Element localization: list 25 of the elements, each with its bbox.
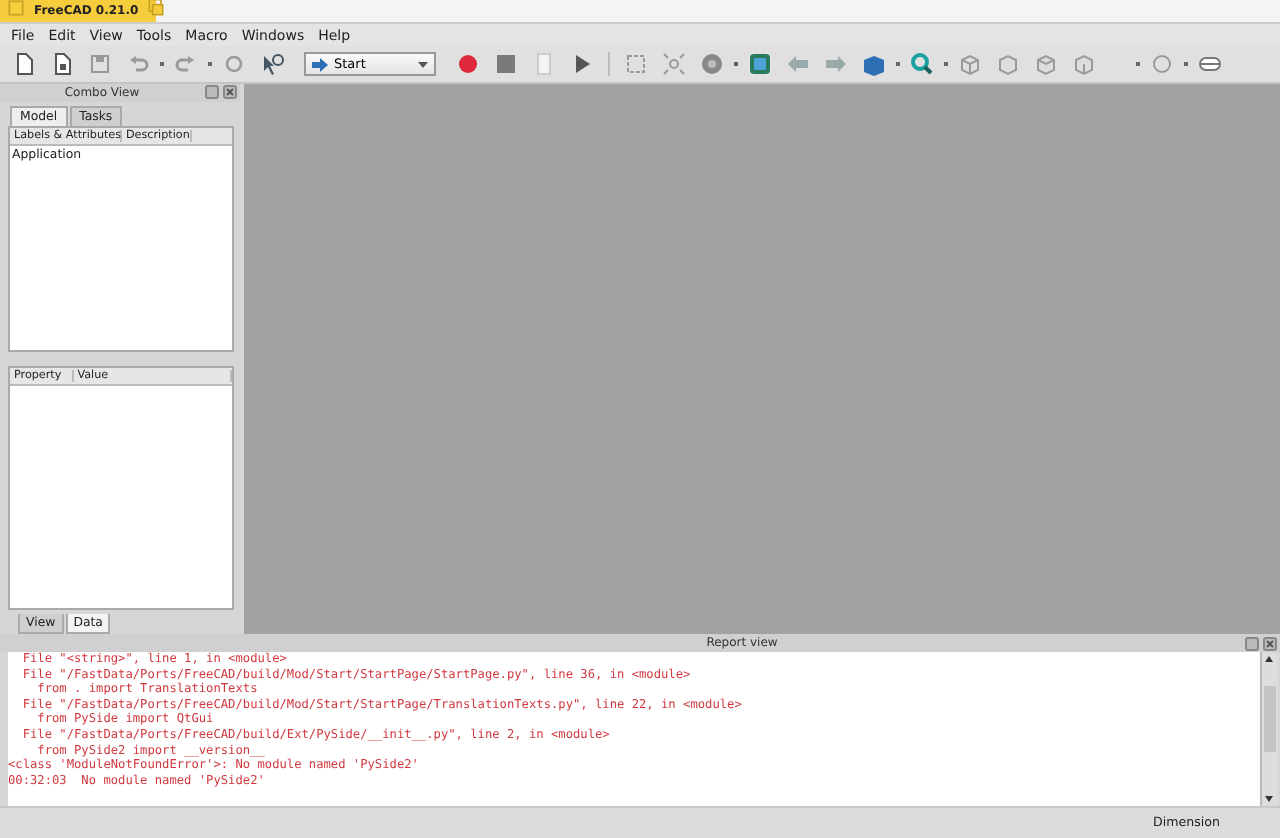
stop-icon[interactable] [494, 52, 518, 76]
caret-icon [418, 59, 428, 69]
arrow-icon [312, 57, 328, 71]
fit-all-icon[interactable] [624, 52, 648, 76]
forward-arrow-icon[interactable] [824, 52, 848, 76]
close-icon[interactable] [1262, 635, 1278, 651]
blank-page-icon[interactable] [532, 52, 556, 76]
scrollbar[interactable] [1260, 652, 1278, 806]
undo-icon[interactable] [126, 52, 150, 76]
save-icon[interactable] [88, 52, 112, 76]
zoom-icon[interactable] [910, 52, 934, 76]
float-icon[interactable] [204, 84, 220, 101]
fit-selection-icon[interactable] [662, 52, 686, 76]
back-arrow-icon[interactable] [786, 52, 810, 76]
isometric-view-icon[interactable] [958, 52, 982, 76]
right-view-icon[interactable] [1072, 52, 1096, 76]
open-document-icon[interactable] [50, 52, 74, 76]
record-icon[interactable] [456, 52, 480, 76]
whats-this-icon[interactable] [260, 52, 284, 76]
new-document-icon[interactable] [12, 52, 36, 76]
play-icon[interactable] [570, 52, 594, 76]
top-view-icon[interactable] [1034, 52, 1058, 76]
front-view-icon[interactable] [996, 52, 1020, 76]
close-icon[interactable] [222, 84, 238, 101]
redo-icon[interactable] [174, 52, 198, 76]
